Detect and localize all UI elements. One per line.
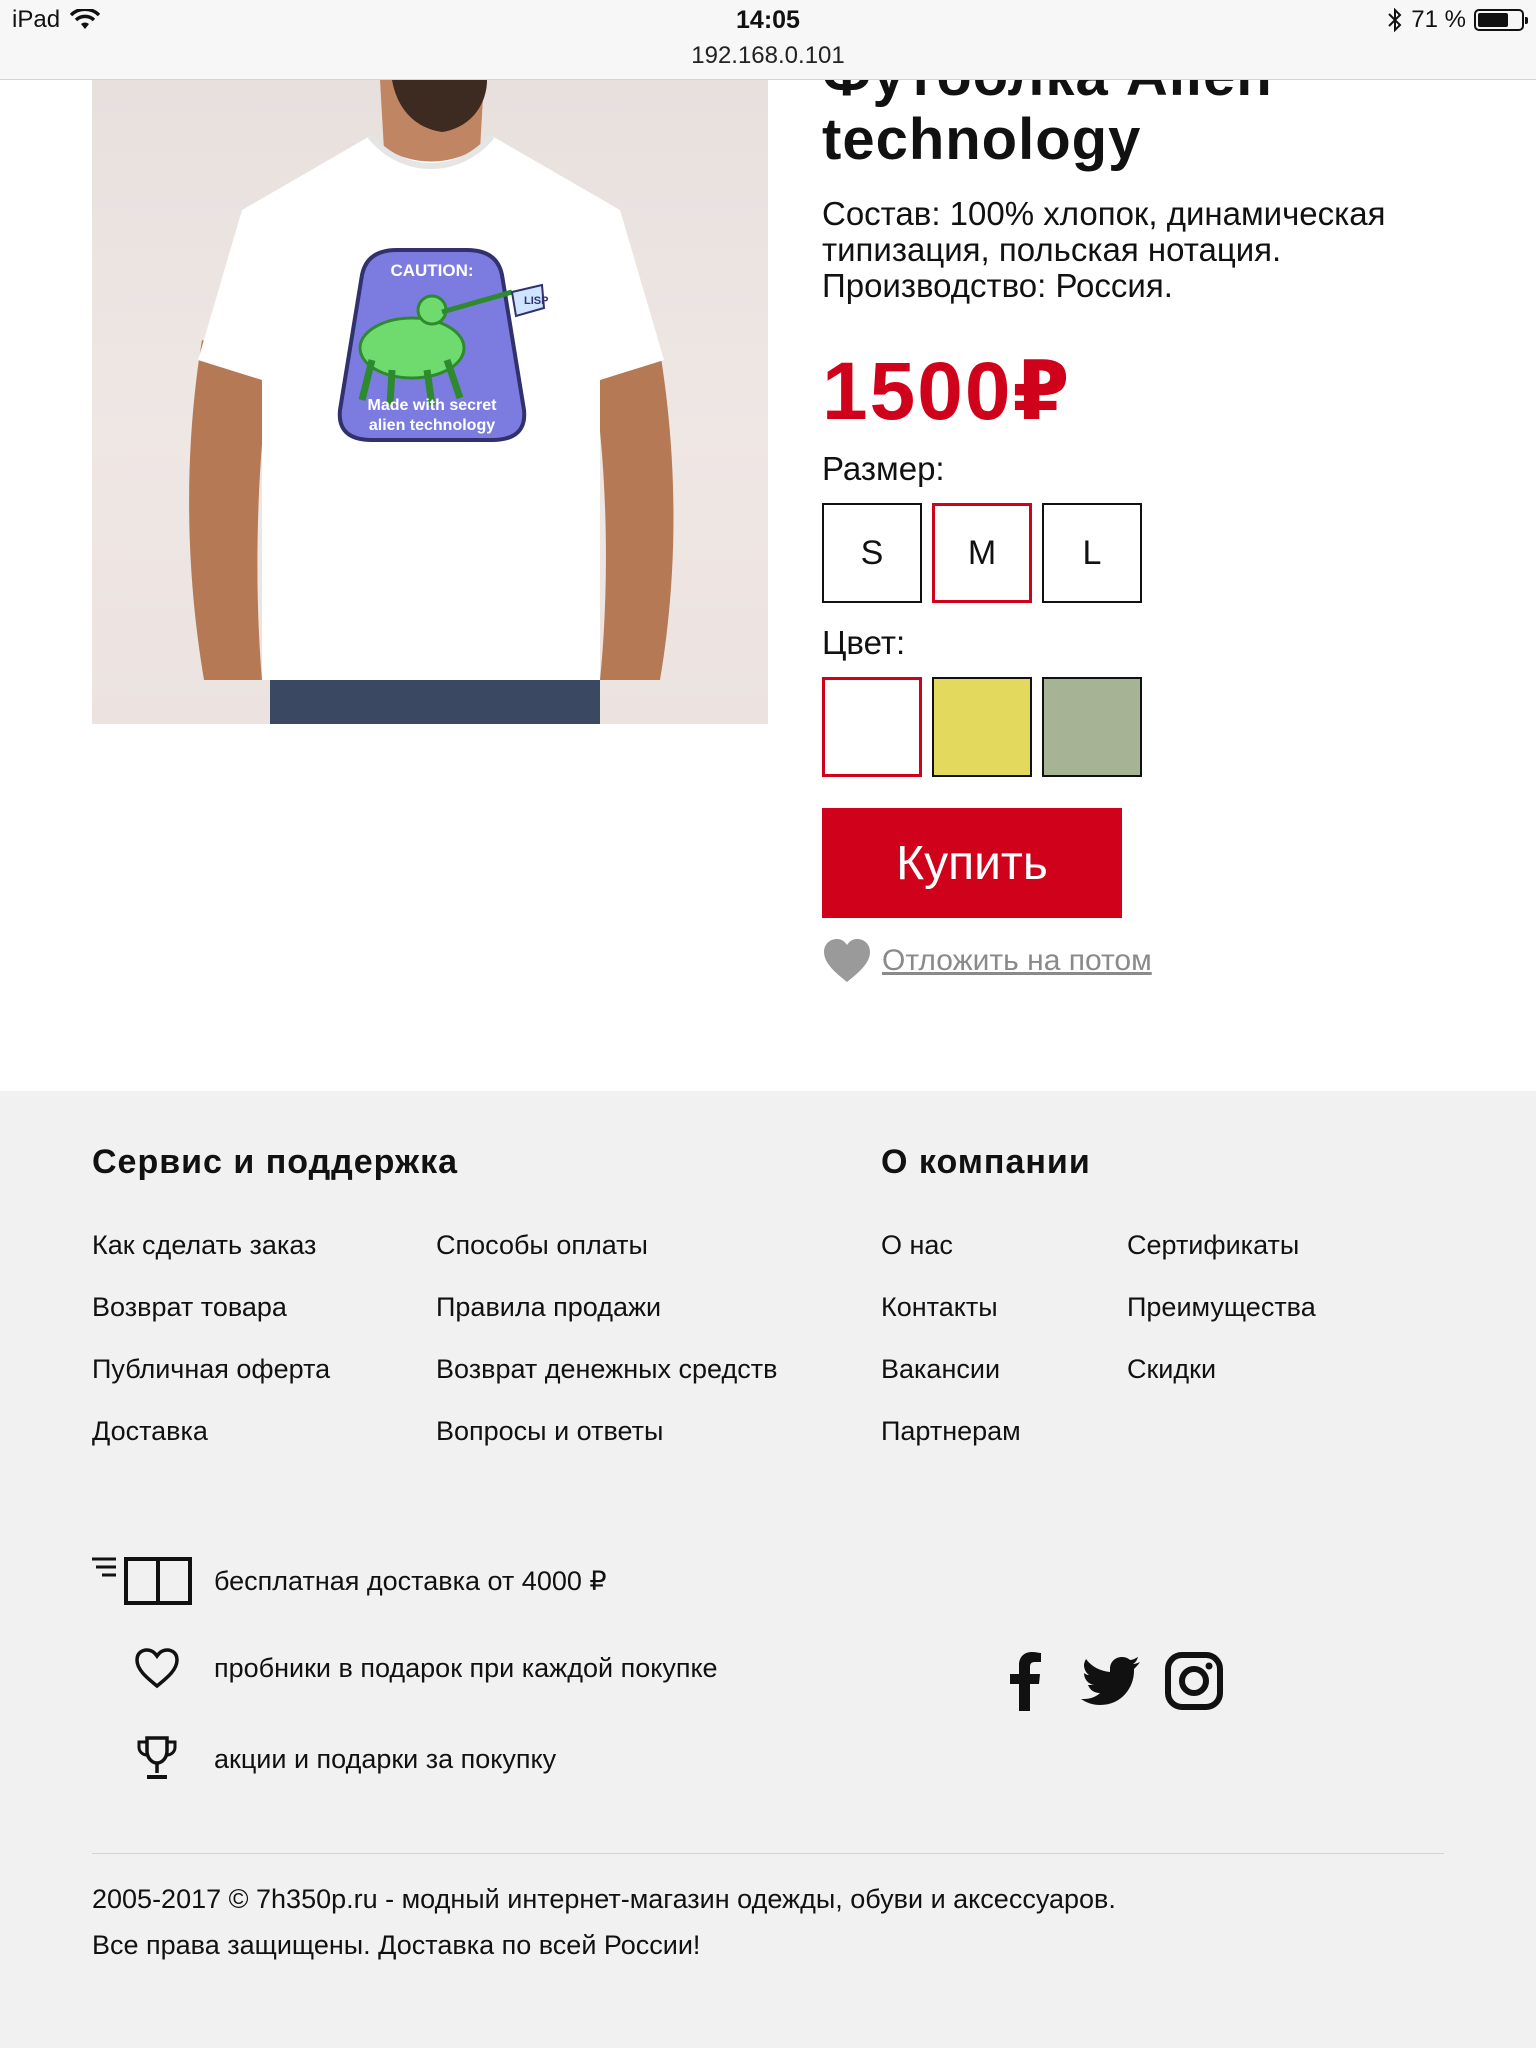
save-for-later[interactable]: Отложить на потом: [822, 938, 1152, 984]
instagram-icon[interactable]: [1162, 1649, 1226, 1713]
tshirt-illustration: CAUTION: LISP Made with secret alien tec…: [189, 80, 674, 724]
clock: 14:05: [736, 6, 800, 34]
footer-link-how-to-order[interactable]: Как сделать заказ: [92, 1230, 316, 1261]
delivery-truck-icon: [92, 1557, 192, 1605]
copyright-line-2: Все права защищены. Доставка по всей Рос…: [92, 1930, 701, 1960]
print-line1: Made with secret: [368, 397, 498, 414]
print-caution: CAUTION:: [390, 261, 473, 280]
status-bar: iPad 14:05 192.168.0.101 71 %: [0, 0, 1536, 80]
address-bar[interactable]: 192.168.0.101: [0, 42, 1536, 70]
color-option-yellow[interactable]: [932, 677, 1032, 777]
footer-link-refunds[interactable]: Возврат денежных средств: [436, 1354, 777, 1385]
twitter-icon[interactable]: [1079, 1649, 1143, 1713]
size-options: S M L: [822, 503, 1142, 603]
footer-link-contacts[interactable]: Контакты: [881, 1292, 998, 1323]
product-image: CAUTION: LISP Made with secret alien tec…: [92, 80, 768, 724]
bluetooth-icon: [1388, 8, 1402, 32]
color-options: [822, 677, 1142, 777]
size-label: Размер:: [822, 450, 945, 487]
footer-link-faq[interactable]: Вопросы и ответы: [436, 1416, 663, 1447]
buy-button[interactable]: Купить: [822, 808, 1122, 918]
footer-link-advantages[interactable]: Преимущества: [1127, 1292, 1316, 1323]
battery-fill: [1478, 13, 1508, 27]
footer-link-vacancies[interactable]: Вакансии: [881, 1354, 1000, 1385]
footer-link-partners[interactable]: Партнерам: [881, 1416, 1021, 1447]
service-heading: Сервис и поддержка: [92, 1143, 459, 1181]
save-for-later-link[interactable]: Отложить на потом: [882, 944, 1152, 978]
color-label: Цвет:: [822, 624, 906, 661]
footer-link-payment[interactable]: Способы оплаты: [436, 1230, 648, 1261]
heart-icon: [824, 939, 870, 982]
battery-percent: 71 %: [1411, 6, 1466, 33]
feature-text: акции и подарки за покупку: [214, 1743, 557, 1774]
product-description: Состав: 100% хлопок, динамическая типиза…: [822, 195, 1386, 304]
company-heading: О компании: [881, 1143, 1091, 1181]
facebook-icon[interactable]: [992, 1649, 1056, 1713]
feature-samples: пробники в подарок при каждой покупке: [92, 1647, 718, 1689]
feature-text: бесплатная доставка от 4000 ₽: [214, 1565, 607, 1596]
size-option-s[interactable]: S: [822, 503, 922, 603]
footer-link-certificates[interactable]: Сертификаты: [1127, 1230, 1299, 1261]
size-option-l[interactable]: L: [1042, 503, 1142, 603]
feature-text: пробники в подарок при каждой покупке: [214, 1652, 718, 1683]
footer-link-public-offer[interactable]: Публичная оферта: [92, 1354, 330, 1385]
feature-free-delivery: бесплатная доставка от 4000 ₽: [92, 1555, 607, 1607]
color-option-sage[interactable]: [1042, 677, 1142, 777]
footer-link-returns[interactable]: Возврат товара: [92, 1292, 287, 1323]
battery-icon: [1474, 9, 1528, 31]
footer-link-delivery[interactable]: Доставка: [92, 1416, 208, 1447]
copyright-line-1: 2005-2017 © 7h350p.ru - модный интернет-…: [92, 1884, 1116, 1914]
footer: Сервис и поддержка О компании Как сделат…: [0, 1091, 1536, 2048]
print-line2: alien technology: [369, 417, 495, 434]
size-option-m[interactable]: M: [932, 503, 1032, 603]
product-price: 1500₽: [822, 346, 1072, 437]
color-option-white[interactable]: [822, 677, 922, 777]
feature-promotions: акции и подарки за покупку: [92, 1735, 556, 1783]
heart-outline-icon: [135, 1648, 179, 1689]
print-flag: LISP: [524, 295, 548, 307]
footer-link-sales-rules[interactable]: Правила продажи: [436, 1292, 661, 1323]
footer-divider: [92, 1853, 1444, 1854]
footer-link-discounts[interactable]: Скидки: [1127, 1354, 1216, 1385]
trophy-icon: [137, 1736, 177, 1779]
footer-link-about[interactable]: О нас: [881, 1230, 953, 1261]
